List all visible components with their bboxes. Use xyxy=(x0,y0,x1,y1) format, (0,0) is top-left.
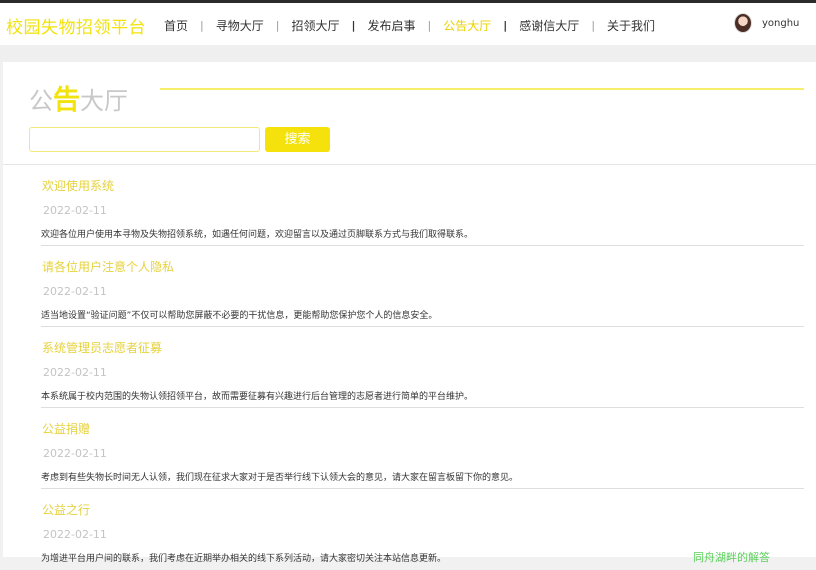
announcement-title[interactable]: 公益之行 xyxy=(42,501,90,518)
search-input[interactable] xyxy=(29,127,260,152)
title-divider xyxy=(160,88,804,90)
main-content: 公 告 大厅 搜索 欢迎使用系统 2022-02-11 欢迎各位用户使用本寻物及… xyxy=(3,62,816,564)
main-nav: 首页 | 寻物大厅 | 招领大厅 | 发布启事 | 公告大厅 | 感谢信大厅 |… xyxy=(152,16,667,34)
announcement-date: 2022-02-11 xyxy=(43,285,107,298)
announcement-title[interactable]: 请各位用户注意个人隐私 xyxy=(42,258,174,275)
page-title-part1: 公 xyxy=(29,87,53,115)
floating-link[interactable]: 同舟湖畔的解答 xyxy=(693,549,770,565)
page-title-part2: 告 xyxy=(53,85,80,116)
announcement-title[interactable]: 公益捐赠 xyxy=(42,420,90,437)
nav-item-found-hall[interactable]: 招领大厅 xyxy=(279,17,351,34)
announcement-item[interactable]: 公益之行 2022-02-11 为增进平台用户间的联系，我们考虑在近期举办相关的… xyxy=(41,489,804,570)
nav-item-announcements[interactable]: 公告大厅 xyxy=(431,17,503,34)
nav-item-thanks-hall[interactable]: 感谢信大厅 xyxy=(507,17,591,34)
nav-item-about[interactable]: 关于我们 xyxy=(595,17,667,34)
search-button[interactable]: 搜索 xyxy=(265,127,330,152)
nav-item-lost-hall[interactable]: 寻物大厅 xyxy=(204,17,276,34)
announcement-item[interactable]: 公益捐赠 2022-02-11 考虑到有些失物长时间无人认领，我们现在征求大家对… xyxy=(41,408,804,489)
announcement-item[interactable]: 请各位用户注意个人隐私 2022-02-11 适当地设置“验证问题”不仅可以帮助… xyxy=(41,246,804,327)
username[interactable]: yonghu xyxy=(762,18,799,29)
announcement-date: 2022-02-11 xyxy=(43,447,107,460)
site-logo[interactable]: 校园失物招领平台 xyxy=(6,13,146,38)
user-menu[interactable]: yonghu xyxy=(734,13,799,33)
page-title-part3: 大厅 xyxy=(80,87,128,115)
user-avatar-icon[interactable] xyxy=(734,13,752,33)
header: 校园失物招领平台 首页 | 寻物大厅 | 招领大厅 | 发布启事 | 公告大厅 … xyxy=(0,3,816,45)
nav-item-publish[interactable]: 发布启事 xyxy=(356,17,428,34)
page-title: 公 告 大厅 xyxy=(29,78,128,117)
announcement-desc: 欢迎各位用户使用本寻物及失物招领系统，如遇任何问题，欢迎留言以及通过页脚联系方式… xyxy=(41,230,474,240)
announcement-desc: 本系统属于校内范围的失物认领招领平台，故而需要征募有兴趣进行后台管理的志愿者进行… xyxy=(41,392,474,402)
announcement-date: 2022-02-11 xyxy=(43,528,107,541)
header-gap xyxy=(0,45,816,62)
announcement-item[interactable]: 欢迎使用系统 2022-02-11 欢迎各位用户使用本寻物及失物招领系统，如遇任… xyxy=(41,165,804,246)
announcement-date: 2022-02-11 xyxy=(43,204,107,217)
announcement-desc: 为增进平台用户间的联系，我们考虑在近期举办相关的线下系列活动，请大家密切关注本站… xyxy=(41,554,447,564)
announcement-desc: 考虑到有些失物长时间无人认领，我们现在征求大家对于是否举行线下认领大会的意见，请… xyxy=(41,473,519,483)
announcement-title[interactable]: 欢迎使用系统 xyxy=(42,177,114,194)
announcement-desc: 适当地设置“验证问题”不仅可以帮助您屏蔽不必要的干扰信息，更能帮助您保护您个人的… xyxy=(41,311,438,321)
announcement-item[interactable]: 系统管理员志愿者征募 2022-02-11 本系统属于校内范围的失物认领招领平台… xyxy=(41,327,804,408)
announcement-title[interactable]: 系统管理员志愿者征募 xyxy=(42,339,162,356)
nav-item-home[interactable]: 首页 xyxy=(152,17,200,34)
announcement-date: 2022-02-11 xyxy=(43,366,107,379)
